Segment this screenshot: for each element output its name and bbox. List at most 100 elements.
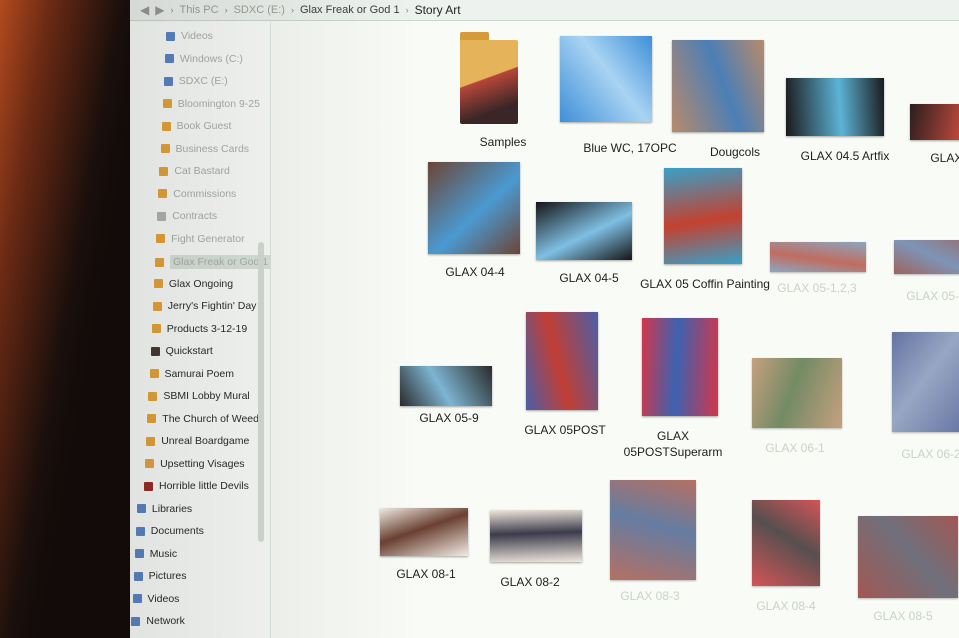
sidebar-item[interactable]: Horrible little Devils [144,480,249,492]
sidebar-item[interactable]: Cat Bastard [159,165,230,177]
image-thumbnail[interactable] [560,36,652,122]
folder-icon [155,257,164,267]
file-name[interactable]: GLAX 05-4,5,6 [886,288,959,304]
image-thumbnail[interactable] [910,104,959,140]
file-name[interactable]: GLAX 05POST [510,422,620,438]
sidebar-item-label: Bloomington 9-25 [177,97,260,110]
sidebar-item-label: Music [149,547,178,560]
file-name[interactable]: GLAX 08-5 [848,608,958,624]
folder-icon [156,234,166,243]
image-thumbnail[interactable] [752,500,820,586]
image-thumbnail[interactable] [400,366,492,406]
sidebar-item-label: Upsetting Visages [160,457,245,470]
sidebar-item-label: Cat Bastard [174,165,230,177]
image-thumbnail[interactable] [610,480,696,580]
image-thumbnail[interactable] [770,242,866,272]
sidebar-item[interactable]: The Church of Weed [147,413,259,425]
image-thumbnail[interactable] [786,78,884,136]
file-name[interactable]: GLAX 04-1 [910,150,959,166]
sidebar-item[interactable]: Documents [135,525,204,537]
image-thumbnail[interactable] [526,312,598,410]
file-name[interactable]: GLAX 08-1 [376,566,476,582]
image-thumbnail[interactable] [664,168,742,264]
sidebar-scrollbar[interactable] [258,242,264,542]
sidebar-item[interactable]: Network [131,615,185,627]
image-thumbnail[interactable] [428,162,520,254]
sidebar-item[interactable]: Videos [132,592,180,605]
file-name[interactable]: GLAX 04-4 [420,264,530,280]
folder-icon [161,121,171,131]
sidebar-item[interactable]: Upsetting Visages [145,457,245,470]
file-name[interactable]: GLAX 06-2 [876,446,959,462]
file-name[interactable]: GLAX 04-5 [534,270,644,286]
folder-icon [151,324,161,333]
file-name[interactable]: Samples [468,134,538,150]
breadcrumb-item[interactable]: This PC [179,4,218,16]
sidebar-item[interactable]: Pictures [133,570,187,582]
image-thumbnail[interactable] [380,508,468,556]
sidebar-item[interactable]: Quickstart [150,345,213,357]
breadcrumb-current[interactable]: Story Art [415,3,461,17]
sidebar-item-label: Quickstart [165,345,213,357]
file-name[interactable]: GLAX 05-1,2,3 [762,280,872,296]
file-name[interactable]: Blue WC, 17OPC [560,140,700,156]
sidebar-item-label: Documents [150,525,204,537]
sidebar-item[interactable]: Fight Generator [156,233,245,245]
sidebar-item-label: Fight Generator [171,232,245,245]
sidebar-item[interactable]: Glax Ongoing [153,278,233,290]
file-name[interactable]: GLAX 05POSTSuperarm [618,428,728,460]
image-thumbnail[interactable] [892,332,959,432]
sidebar-item[interactable]: Jerry's Fightin' Day [152,300,256,312]
folder-icon [159,166,169,176]
image-thumbnail[interactable] [642,318,718,416]
sidebar-item-label: Contracts [172,210,218,222]
address-bar[interactable]: ◀ ▶ › This PC › SDXC (E:) › Glax Freak o… [130,0,959,21]
sidebar-item-label: SDXC (E:) [178,75,228,87]
folder-icon [144,481,153,491]
sidebar-item[interactable]: Glax Freak or God 1 [155,255,272,269]
sidebar-item[interactable]: Commissions [158,188,236,200]
pictures-icon [133,571,143,581]
sidebar-item[interactable]: Bloomington 9-25 [162,97,260,110]
sidebar-item-label: Horrible little Devils [159,480,249,492]
sidebar-item[interactable]: Products 3-12-19 [151,323,247,335]
file-name[interactable]: GLAX 05 Coffin Painting [640,276,770,292]
file-explorer-window: ◀ ▶ › This PC › SDXC (E:) › Glax Freak o… [130,0,959,638]
video-icon [166,31,175,41]
file-name[interactable]: GLAX 08-4 [736,598,836,614]
image-thumbnail[interactable] [490,510,582,562]
file-name[interactable]: Dougcols [680,144,790,160]
file-name[interactable]: GLAX 05-9 [394,410,504,426]
image-thumbnail[interactable] [858,516,958,598]
breadcrumb-item[interactable]: Glax Freak or God 1 [300,4,400,16]
file-name[interactable]: GLAX 08-3 [600,588,700,604]
sidebar-item[interactable]: SBMI Lobby Mural [148,390,250,402]
file-name[interactable]: GLAX 04.5 Artfix [790,148,900,164]
sidebar-item-label: Videos [147,592,180,605]
sidebar-item[interactable]: Music [134,547,178,560]
sidebar-item[interactable]: Windows (C:) [164,53,243,65]
sidebar-item[interactable]: Book Guest [161,120,232,132]
network-icon [131,616,141,626]
sidebar-item[interactable]: Libraries [136,503,192,515]
folder-thumbnail[interactable] [460,40,518,124]
sidebar-item[interactable]: Contracts [157,210,217,222]
file-grid: Samples Blue WC, 17OPC Dougcols GLAX 04.5 A… [280,22,959,638]
libraries-icon [136,504,146,513]
videos-icon [132,594,142,603]
sidebar-item[interactable]: SDXC (E:) [163,75,228,87]
sidebar-item[interactable]: Unreal Boardgame [146,435,249,447]
file-name[interactable]: GLAX 06-1 [740,440,850,456]
sidebar-item[interactable]: Samurai Poem [149,368,234,380]
sidebar-item-label: Book Guest [176,120,232,132]
breadcrumb-item[interactable]: SDXC (E:) [234,4,285,16]
back-arrow-icon[interactable]: ◀ [140,3,149,17]
file-name[interactable]: GLAX 08-2 [480,574,580,590]
forward-arrow-icon[interactable]: ▶ [155,3,164,17]
image-thumbnail[interactable] [536,202,632,260]
image-thumbnail[interactable] [894,240,959,274]
image-thumbnail[interactable] [672,40,764,132]
sidebar-item[interactable]: Business Cards [160,143,249,155]
image-thumbnail[interactable] [752,358,842,428]
sidebar-item[interactable]: Videos [166,30,213,42]
